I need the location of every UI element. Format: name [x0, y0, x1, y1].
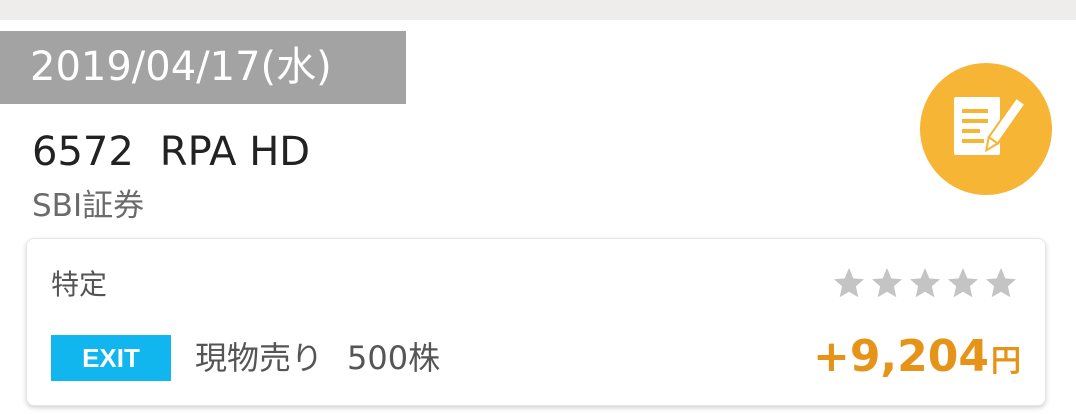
profit-value: +9,204	[812, 331, 989, 382]
top-divider-bar	[0, 0, 1076, 20]
date-banner: 2019/04/17(水)	[0, 31, 406, 104]
star-icon[interactable]	[869, 265, 905, 301]
trade-type: 現物売り	[195, 339, 324, 377]
broker-name: SBI証券	[32, 188, 145, 224]
profit-amount: +9,204円	[813, 327, 1021, 387]
profit-unit: 円	[991, 344, 1021, 379]
trade-quantity: 500株	[347, 339, 441, 377]
star-icon[interactable]	[945, 265, 981, 301]
star-icon[interactable]	[907, 265, 943, 301]
rating-stars[interactable]	[831, 265, 1019, 301]
exit-badge: EXIT	[51, 335, 171, 381]
account-type-label: 特定	[51, 268, 108, 301]
memo-pencil-icon	[946, 87, 1027, 171]
star-icon[interactable]	[831, 265, 867, 301]
trade-card[interactable]: 特定 EXIT 現物売り 500株 +9,204円	[26, 238, 1046, 406]
stock-title: 6572 RPA HD	[32, 124, 310, 180]
trade-info: 現物売り 500株	[195, 335, 440, 381]
stock-code: 6572	[32, 129, 134, 175]
stock-name: RPA HD	[159, 129, 311, 175]
star-icon[interactable]	[983, 265, 1019, 301]
edit-note-button[interactable]	[920, 63, 1052, 195]
